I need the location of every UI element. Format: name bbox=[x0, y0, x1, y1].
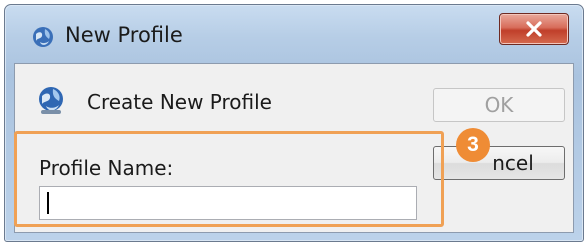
screenshot-stage: New Profile Create New Profile OK ncel P… bbox=[0, 0, 588, 244]
close-button[interactable] bbox=[499, 13, 569, 45]
cancel-button[interactable]: ncel bbox=[433, 146, 565, 180]
window-title: New Profile bbox=[65, 23, 183, 47]
profile-globe-icon bbox=[35, 84, 67, 116]
step-number-badge: 3 bbox=[456, 128, 490, 162]
dialog-header-text: Create New Profile bbox=[87, 90, 272, 114]
annotation-highlight-box bbox=[14, 131, 444, 227]
globe-icon bbox=[31, 25, 55, 49]
title-bar: New Profile bbox=[5, 5, 583, 63]
close-icon bbox=[524, 20, 544, 38]
ok-button[interactable]: OK bbox=[433, 88, 565, 122]
